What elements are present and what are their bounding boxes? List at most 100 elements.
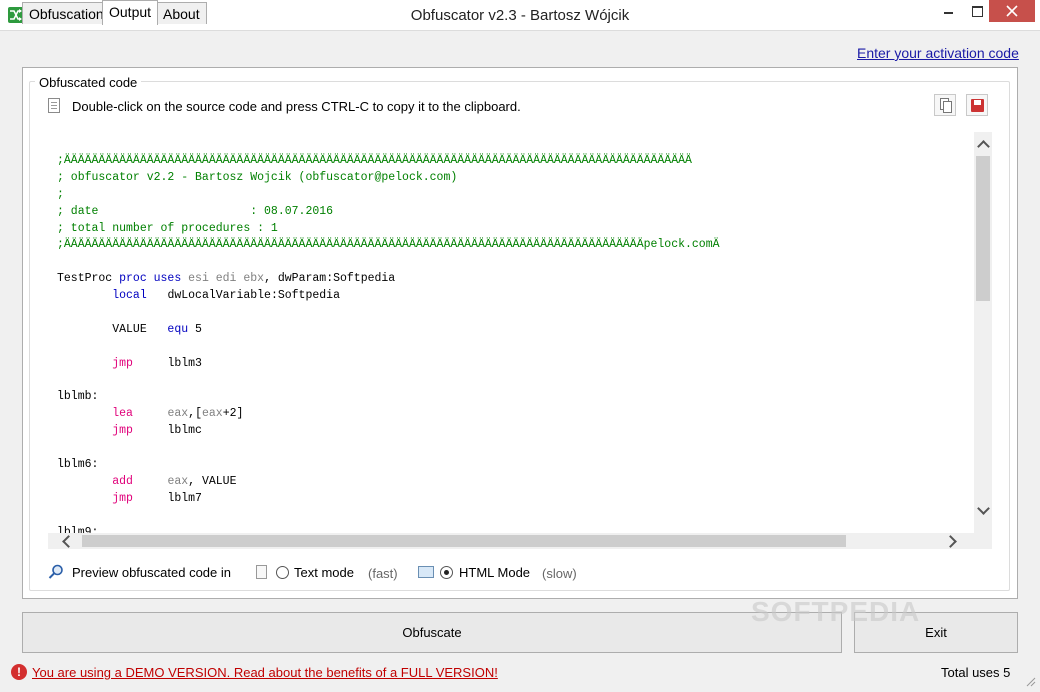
code-token: VALUE: [57, 322, 168, 336]
code-token: ,[: [188, 407, 202, 421]
code-token: jmp: [112, 491, 133, 505]
code-token: ;ÄÄÄÄÄÄÄÄÄÄÄÄÄÄÄÄÄÄÄÄÄÄÄÄÄÄÄÄÄÄÄÄÄÄÄÄÄÄÄ…: [57, 238, 720, 252]
save-button[interactable]: [966, 94, 988, 116]
code-token: lblmc: [132, 424, 202, 438]
code-token: , dwParam:Softpedia: [264, 272, 396, 286]
horizontal-scroll-thumb[interactable]: [82, 535, 846, 547]
vertical-scroll-thumb[interactable]: [976, 156, 990, 301]
code-line: jmp lblmc: [57, 423, 720, 440]
code-token: eax: [167, 407, 189, 421]
code-line: ; date : 08.07.2016: [57, 204, 720, 221]
html-mode-label[interactable]: HTML Mode: [459, 565, 530, 580]
obfuscate-button[interactable]: Obfuscate: [22, 612, 842, 653]
code-token: jmp: [112, 356, 133, 370]
status-bar: ! You are using a DEMO VERSION. Read abo…: [0, 661, 1040, 692]
text-mode-hint: (fast): [368, 566, 398, 581]
code-token: local: [112, 289, 147, 303]
watermark: SOFTPEDIA: [751, 596, 921, 627]
code-line: local dwLocalVariable:Softpedia: [57, 288, 720, 305]
code-token: jmp: [112, 424, 133, 438]
group-title: Obfuscated code: [35, 75, 142, 90]
text-mode-icon: [256, 565, 267, 579]
tab-about[interactable]: About: [156, 2, 207, 24]
preview-mode-row: Preview obfuscated code in Text mode (fa…: [48, 563, 648, 583]
code-token: 5: [188, 322, 202, 336]
code-line: TestProc proc uses esi edi ebx, dwParam:…: [57, 271, 720, 288]
close-icon: [1006, 5, 1018, 17]
code-token: lblm3: [132, 356, 202, 370]
text-mode-radio[interactable]: [276, 566, 289, 579]
tab-obfuscation[interactable]: Obfuscation: [22, 2, 111, 24]
code-line: lea eax,[eax+2]: [57, 406, 720, 423]
code-lines: ;ÄÄÄÄÄÄÄÄÄÄÄÄÄÄÄÄÄÄÄÄÄÄÄÄÄÄÄÄÄÄÄÄÄÄÄÄÄÄÄ…: [57, 153, 720, 533]
warning-icon: !: [11, 664, 27, 680]
code-line: ; total number of procedures : 1: [57, 221, 720, 238]
code-line: jmp lblm3: [57, 356, 720, 373]
code-token: +2]: [222, 407, 244, 421]
code-token: dwLocalVariable:Softpedia: [146, 289, 340, 303]
activation-code-link[interactable]: Enter your activation code: [857, 45, 1019, 61]
code-token: ;: [57, 187, 64, 201]
code-line: lblm9:: [57, 525, 720, 533]
code-line: lblmb:: [57, 389, 720, 406]
maximize-button[interactable]: [963, 0, 991, 22]
code-line: jmp lblm7: [57, 491, 720, 508]
demo-version-link[interactable]: You are using a DEMO VERSION. Read about…: [32, 665, 498, 680]
preview-label: Preview obfuscated code in: [72, 565, 231, 580]
resize-grip-icon[interactable]: [1024, 675, 1036, 687]
code-token: lblmb:: [57, 390, 99, 404]
code-line: lblm6:: [57, 457, 720, 474]
code-token: eax: [167, 474, 189, 488]
code-token: equ: [167, 322, 189, 336]
html-mode-icon: [418, 566, 434, 578]
vertical-scrollbar[interactable]: [974, 132, 992, 533]
code-token: proc uses: [119, 272, 182, 286]
scroll-down-icon[interactable]: [974, 502, 992, 520]
code-token: lblm9:: [57, 525, 99, 533]
code-line: ;: [57, 187, 720, 204]
total-uses: Total uses 5: [941, 665, 1011, 680]
code-token: ;ÄÄÄÄÄÄÄÄÄÄÄÄÄÄÄÄÄÄÄÄÄÄÄÄÄÄÄÄÄÄÄÄÄÄÄÄÄÄÄ…: [57, 154, 692, 167]
code-token: , VALUE: [188, 474, 237, 488]
code-token: lea: [112, 407, 133, 421]
save-icon: [971, 99, 984, 112]
code-token: eax: [201, 407, 223, 421]
html-mode-radio[interactable]: [440, 566, 453, 579]
close-button[interactable]: [989, 0, 1035, 22]
code-line: ;ÄÄÄÄÄÄÄÄÄÄÄÄÄÄÄÄÄÄÄÄÄÄÄÄÄÄÄÄÄÄÄÄÄÄÄÄÄÄÄ…: [57, 153, 720, 170]
code-token: ; total number of procedures : 1: [57, 221, 278, 235]
scroll-right-icon[interactable]: [944, 533, 962, 549]
code-token: ; obfuscator v2.2 - Bartosz Wojcik (obfu…: [57, 170, 458, 184]
code-token: add: [112, 474, 133, 488]
document-icon: [48, 98, 60, 113]
copy-hint: Double-click on the source code and pres…: [72, 99, 521, 114]
search-icon: [48, 564, 63, 579]
copy-button[interactable]: [934, 94, 956, 116]
tab-output[interactable]: Output: [102, 0, 159, 25]
code-token: lblm6:: [57, 458, 99, 472]
code-view[interactable]: ;ÄÄÄÄÄÄÄÄÄÄÄÄÄÄÄÄÄÄÄÄÄÄÄÄÄÄÄÄÄÄÄÄÄÄÄÄÄÄÄ…: [48, 132, 974, 533]
code-token: TestProc: [57, 272, 120, 286]
horizontal-scrollbar[interactable]: [48, 533, 992, 549]
scroll-left-icon[interactable]: [58, 533, 76, 549]
scroll-up-icon[interactable]: [974, 135, 992, 153]
html-mode-hint: (slow): [542, 566, 577, 581]
text-mode-label[interactable]: Text mode: [294, 565, 354, 580]
code-line: VALUE equ 5: [57, 322, 720, 339]
minimize-button[interactable]: [935, 0, 963, 22]
code-token: lblm7: [132, 491, 202, 505]
code-token: ; date : 08.07.2016: [57, 204, 334, 218]
